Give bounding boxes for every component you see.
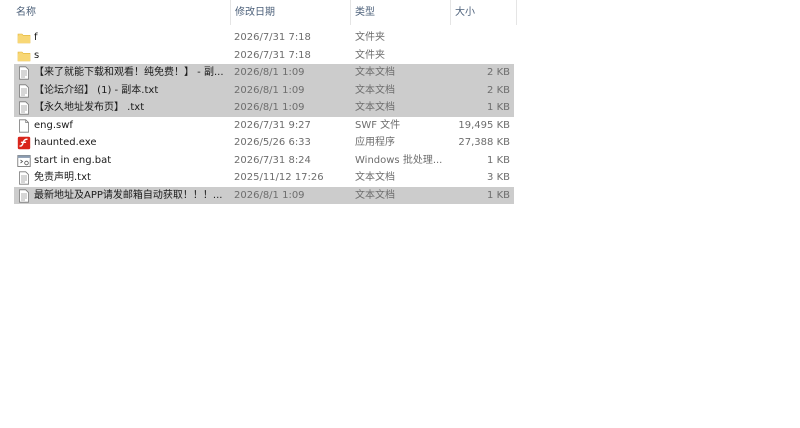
file-row[interactable]: start in eng.bat 2026/7/31 8:24 Windows 批处… (14, 152, 514, 170)
file-row[interactable]: s 2026/7/31 7:18 文件夹 (14, 47, 514, 65)
file-size: 2 KB (487, 84, 510, 96)
file-modified-date: 2026/7/31 7:18 (234, 32, 311, 43)
file-type: 应用程序 (355, 137, 395, 148)
sort-ascending-icon: ^ (116, 0, 124, 7)
text-file-icon (17, 187, 31, 205)
file-modified-date: 2025/11/12 17:26 (234, 172, 324, 183)
file-modified-date: 2026/5/26 6:33 (234, 137, 311, 148)
file-row[interactable]: f 2026/7/31 7:18 文件夹 (14, 29, 514, 47)
column-header-size-label: 大小 (455, 7, 475, 18)
file-type: 文本文档 (355, 189, 395, 201)
file-size: 27,388 KB (458, 137, 510, 148)
file-modified-date: 2026/8/1 1:09 (234, 84, 305, 96)
file-type: 文本文档 (355, 67, 395, 78)
text-file-icon (17, 64, 31, 82)
file-type: 文本文档 (355, 84, 395, 96)
file-size: 2 KB (487, 67, 510, 78)
flash-app-icon (17, 134, 31, 152)
file-modified-date: 2026/8/1 1:09 (234, 189, 305, 201)
file-name: 最新地址及APP请发邮箱自动获取！！！... (34, 189, 223, 201)
file-type: SWF 文件 (355, 119, 401, 131)
column-header-date[interactable]: 修改日期 (230, 0, 350, 25)
file-row[interactable]: eng.swf 2026/7/31 9:27 SWF 文件 19,495 KB (14, 117, 514, 135)
file-name: f (34, 32, 38, 43)
file-name: 【论坛介绍】 (1) - 副本.txt (34, 84, 159, 96)
file-modified-date: 2026/7/31 8:24 (234, 154, 311, 166)
file-name: haunted.exe (34, 137, 97, 148)
file-row[interactable]: 【论坛介绍】 (1) - 副本.txt 2026/8/1 1:09 文本文档 2 KB (14, 81, 514, 100)
file-type: Windows 批处理... (355, 154, 443, 166)
file-name: s (34, 49, 40, 61)
file-name: 【永久地址发布页】 .txt (34, 102, 145, 113)
file-type: 文件夹 (355, 49, 385, 61)
file-explorer-view: 名称 ^ 修改日期 类型 大小 f 2026/7/31 7:18 文件夹 s 2026/… (0, 0, 800, 428)
file-modified-date: 2026/8/1 1:09 (234, 67, 305, 78)
file-list: f 2026/7/31 7:18 文件夹 s 2026/7/31 7:18 文件夹【来了就… (14, 29, 514, 204)
blank-file-icon (17, 117, 31, 135)
folder-icon (17, 47, 31, 65)
column-header-name-label: 名称 (16, 7, 36, 18)
file-name: 【来了就能下载和观看！纯免费！】 - 副... (34, 67, 224, 78)
file-type: 文本文档 (355, 102, 395, 113)
column-header-size[interactable]: 大小 (450, 0, 517, 25)
file-size: 19,495 KB (458, 119, 510, 131)
file-modified-date: 2026/7/31 9:27 (234, 119, 311, 131)
column-header-type-label: 类型 (355, 7, 375, 18)
file-type: 文本文档 (355, 172, 395, 183)
file-name: 免责声明.txt (34, 172, 91, 183)
file-row[interactable]: 【来了就能下载和观看！纯免费！】 - 副... 2026/8/1 1:09 文本文档… (14, 64, 514, 82)
text-file-icon (17, 99, 31, 117)
file-modified-date: 2026/8/1 1:09 (234, 102, 305, 113)
text-file-icon (17, 82, 31, 100)
file-modified-date: 2026/7/31 7:18 (234, 49, 311, 61)
file-row[interactable]: haunted.exe 2026/5/26 6:33 应用程序 27,388 KB (14, 134, 514, 152)
file-size: 3 KB (487, 172, 510, 183)
file-size: 1 KB (487, 154, 510, 166)
file-name: start in eng.bat (34, 154, 112, 166)
file-row[interactable]: 最新地址及APP请发邮箱自动获取！！！... 2026/8/1 1:09 文本文档 1… (14, 186, 514, 205)
column-header-date-label: 修改日期 (235, 7, 275, 18)
file-size: 1 KB (487, 102, 510, 113)
file-row[interactable]: 免责声明.txt 2025/11/12 17:26 文本文档 3 KB (14, 169, 514, 187)
column-header-bar: 名称 ^ 修改日期 类型 大小 (0, 0, 517, 25)
column-header-type[interactable]: 类型 (350, 0, 450, 25)
file-type: 文件夹 (355, 32, 385, 43)
folder-icon (17, 29, 31, 47)
text-file-icon (17, 169, 31, 187)
file-size: 1 KB (487, 189, 510, 201)
file-name: eng.swf (34, 119, 73, 131)
file-row[interactable]: 【永久地址发布页】 .txt 2026/8/1 1:09 文本文档 1 KB (14, 99, 514, 117)
batch-file-icon (17, 152, 31, 170)
